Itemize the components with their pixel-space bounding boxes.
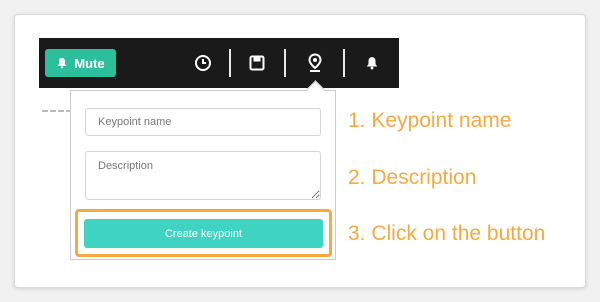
dashed-connector: [42, 110, 72, 112]
mute-button[interactable]: Mute: [45, 49, 116, 77]
toolbar: Mute: [39, 38, 399, 88]
save-icon[interactable]: [245, 51, 269, 75]
toolbar-divider: [229, 49, 231, 77]
step-1-label: 1. Keypoint name: [348, 109, 512, 132]
location-pin-icon[interactable]: [303, 51, 327, 75]
mute-label: Mute: [74, 55, 105, 71]
toolbar-divider: [284, 49, 286, 77]
bell-icon[interactable]: [360, 51, 384, 75]
toolbar-divider: [343, 49, 345, 77]
step-2-label: 2. Description: [348, 166, 477, 189]
keypoint-name-input[interactable]: [85, 108, 321, 136]
step-3-label: 3. Click on the button: [348, 222, 546, 245]
create-keypoint-button[interactable]: Create keypoint: [84, 219, 323, 248]
bell-icon: [57, 58, 67, 69]
clock-icon[interactable]: [191, 51, 215, 75]
description-input[interactable]: [85, 151, 321, 200]
